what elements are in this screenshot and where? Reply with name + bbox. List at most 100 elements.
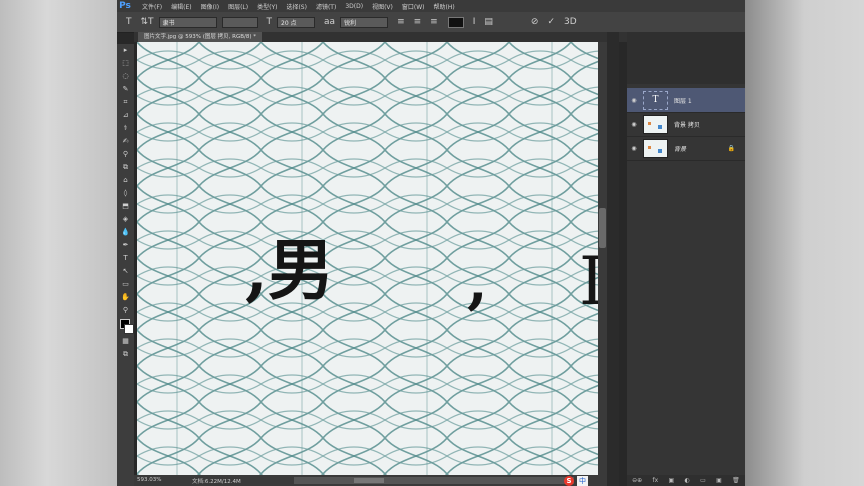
lock-icon: 🔒 — [727, 144, 735, 152]
layer-name: 图层 1 — [674, 97, 692, 105]
path-select-tool-icon[interactable]: ↖ — [117, 265, 134, 278]
fx-icon[interactable]: fx — [653, 477, 659, 484]
layer-thumbnail — [643, 138, 668, 158]
menu-edit[interactable]: 编辑(E) — [171, 2, 191, 11]
quick-mask-icon[interactable]: ▦ — [117, 335, 134, 348]
layer-name: 背景 — [674, 145, 687, 153]
shape-tool-icon[interactable]: ▭ — [117, 278, 134, 291]
history-brush-tool-icon[interactable]: ⧉ — [117, 161, 134, 174]
tools-panel: ▸ ⬚ ◌ ✎ ⌗ ⊿ ⚕ ✍ ⚲ ⧉ ⌂ ◊ ⬒ ◈ 💧 ✒ T ↖ ▭ ✋ … — [117, 44, 134, 486]
font-size-select[interactable]: 20 点 — [277, 16, 316, 28]
align-left-icon[interactable]: ≡ — [397, 17, 405, 27]
healing-tool-icon[interactable]: ⚕ — [117, 122, 134, 135]
layers-panel: ◉ T 图层 1 ◉ 背景 拷贝 ◉ 背景 🔒 ⊖⊕ fx ▣ ◐ ▭ ▣ 🗑 — [627, 84, 745, 486]
crop-tool-icon[interactable]: ⌗ — [117, 96, 134, 109]
link-layers-icon[interactable]: ⊖⊕ — [632, 477, 642, 484]
options-bar: T ⇅T 隶书 T 20 点 aa 锐利 ≡ ≡ ≡ Ⅰ ▤ ⊘ ✓ 3D — [117, 12, 745, 33]
layer-row[interactable]: ◉ 背景 🔒 — [627, 136, 745, 161]
layer-thumbnail — [643, 114, 668, 134]
menu-window[interactable]: 窗口(W) — [402, 2, 425, 11]
cancel-icon[interactable]: ⊘ — [531, 17, 539, 27]
document-tab[interactable]: 图片文字.jpg @ 593% (图层 拷贝, RGB/8) * — [138, 32, 262, 42]
layers-footer: ⊖⊕ fx ▣ ◐ ▭ ▣ 🗑 — [627, 475, 745, 486]
antialias-select[interactable]: 锐利 — [340, 16, 389, 28]
antialias-icon: aa — [324, 17, 336, 27]
type-tool-icon[interactable]: T — [117, 252, 134, 265]
trash-icon[interactable]: 🗑 — [732, 477, 740, 484]
ime-indicator[interactable]: S 中 — [564, 475, 588, 486]
menu-3d[interactable]: 3D(D) — [345, 3, 363, 10]
horizontal-scroll-thumb[interactable] — [354, 478, 384, 483]
panel-dock-strip — [607, 32, 619, 486]
right-backdrop — [745, 0, 864, 486]
text-color-swatch[interactable] — [447, 16, 464, 28]
warp-text-icon[interactable]: Ⅰ — [473, 17, 476, 27]
zoom-tool-icon[interactable]: ⚲ — [117, 304, 134, 317]
eye-icon[interactable]: ◉ — [627, 97, 641, 104]
quick-select-tool-icon[interactable]: ✎ — [117, 83, 134, 96]
pen-tool-icon[interactable]: ✒ — [117, 239, 134, 252]
menu-filter[interactable]: 滤镜(T) — [316, 2, 336, 11]
document-canvas[interactable]: ,男 , I — [137, 42, 598, 475]
menu-file[interactable]: 文件(F) — [142, 2, 162, 11]
brush-tool-icon[interactable]: ✍ — [117, 135, 134, 148]
layer-name: 背景 拷贝 — [674, 121, 700, 129]
paint-bucket-tool-icon[interactable]: ◊ — [117, 187, 134, 200]
type-tool-icon[interactable]: T — [126, 17, 132, 27]
ps-logo: Ps — [119, 1, 131, 11]
hand-tool-icon[interactable]: ✋ — [117, 291, 134, 304]
vertical-scrollbar[interactable] — [598, 42, 607, 475]
character-panel-icon[interactable]: ▤ — [484, 17, 493, 27]
canvas-text-comma-nan: ,男 — [245, 231, 334, 309]
layer-row[interactable]: ◉ T 图层 1 — [627, 88, 745, 113]
color-swatches[interactable] — [117, 317, 134, 335]
menu-help[interactable]: 帮助(H) — [434, 2, 455, 11]
document-size: 文档:6.22M/12.4M — [192, 479, 241, 485]
left-backdrop — [0, 0, 117, 486]
layer-row[interactable]: ◉ 背景 拷贝 — [627, 112, 745, 137]
align-center-icon[interactable]: ≡ — [414, 17, 422, 27]
menu-view[interactable]: 视图(V) — [372, 2, 393, 11]
new-layer-icon[interactable]: ▣ — [716, 477, 722, 484]
menu-bar: Ps 文件(F) 编辑(E) 图像(I) 图层(L) 类型(Y) 选择(S) 滤… — [117, 0, 745, 12]
gradient-tool-icon[interactable]: ⬒ — [117, 200, 134, 213]
mask-icon[interactable]: ▣ — [669, 477, 675, 484]
guilloche-pattern — [137, 42, 598, 475]
eyedropper-tool-icon[interactable]: ⊿ — [117, 109, 134, 122]
3d-text-icon[interactable]: 3D — [564, 17, 577, 27]
status-bar: 593.03% 文档:6.22M/12.4M S 中 — [134, 475, 607, 486]
group-icon[interactable]: ▭ — [700, 477, 706, 484]
photoshop-window: Ps 文件(F) 编辑(E) 图像(I) 图层(L) 类型(Y) 选择(S) 滤… — [117, 0, 745, 486]
stamp-tool-icon[interactable]: ⚲ — [117, 148, 134, 161]
menu-select[interactable]: 选择(S) — [286, 2, 307, 11]
font-size-icon: T — [266, 17, 273, 27]
move-tool-icon[interactable]: ▸ — [117, 44, 134, 57]
marquee-tool-icon[interactable]: ⬚ — [117, 57, 134, 70]
blur-tool-icon[interactable]: ◈ — [117, 213, 134, 226]
align-right-icon[interactable]: ≡ — [430, 17, 438, 27]
menu-layer[interactable]: 图层(L) — [228, 2, 248, 11]
screen-mode-icon[interactable]: ⧉ — [117, 348, 134, 361]
dodge-tool-icon[interactable]: 💧 — [117, 226, 134, 239]
adjustment-icon[interactable]: ◐ — [685, 477, 690, 484]
lasso-tool-icon[interactable]: ◌ — [117, 70, 134, 83]
commit-icon[interactable]: ✓ — [547, 17, 555, 27]
sogou-icon[interactable]: S — [564, 475, 574, 486]
font-family-select[interactable]: 隶书 — [158, 16, 217, 28]
canvas-text-comma: , — [467, 247, 488, 317]
eye-icon[interactable]: ◉ — [627, 145, 641, 152]
horizontal-scrollbar[interactable] — [294, 477, 574, 484]
menu-type[interactable]: 类型(Y) — [257, 2, 277, 11]
eye-icon[interactable]: ◉ — [627, 121, 641, 128]
zoom-level[interactable]: 593.03% — [137, 477, 161, 483]
panel-header-area — [627, 32, 745, 84]
ime-mode-label[interactable]: 中 — [577, 475, 588, 486]
background-color[interactable] — [124, 324, 134, 334]
eraser-tool-icon[interactable]: ⌂ — [117, 174, 134, 187]
canvas-text-partial: I — [579, 243, 598, 320]
font-style-select[interactable] — [221, 16, 258, 28]
menu-image[interactable]: 图像(I) — [201, 2, 219, 11]
layer-thumbnail: T — [643, 90, 668, 110]
vertical-scroll-thumb[interactable] — [599, 208, 606, 248]
text-orientation-icon[interactable]: ⇅T — [141, 17, 154, 27]
